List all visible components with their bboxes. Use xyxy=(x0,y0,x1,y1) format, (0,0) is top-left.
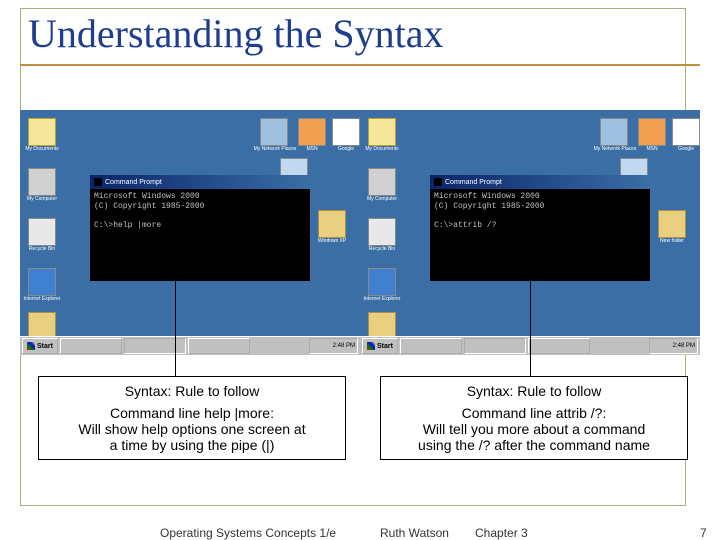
taskbar-item xyxy=(60,338,122,354)
footer-book: Operating Systems Concepts 1/e xyxy=(160,526,336,540)
ie-icon xyxy=(368,268,396,296)
system-tray: 2:48 PM xyxy=(309,338,358,354)
footer-author: Ruth Watson xyxy=(380,526,449,540)
cmd-text: Microsoft Windows 2000 xyxy=(434,192,540,201)
label: New folder xyxy=(650,238,694,244)
label: Internet Explorer xyxy=(22,296,62,302)
desktop-screenshot-left: My Documents My Computer Recycle Bin Int… xyxy=(20,110,360,355)
label: Recycle Bin xyxy=(362,246,402,252)
caption-line: Will tell you more about a command xyxy=(385,421,683,437)
recycle-bin-icon xyxy=(368,218,396,246)
cmd-titlebar: Command Prompt xyxy=(90,175,310,189)
caption-title: Syntax: Rule to follow xyxy=(43,383,341,399)
start-button: Start xyxy=(22,338,58,354)
caption-title: Syntax: Rule to follow xyxy=(385,383,683,399)
my-computer-icon xyxy=(28,168,56,196)
cmd-text: Microsoft Windows 2000 xyxy=(94,192,200,201)
cmd-body: Microsoft Windows 2000 (C) Copyright 198… xyxy=(90,189,310,281)
callout-line xyxy=(530,270,531,376)
caption-line: Command line attrib /?: xyxy=(385,405,683,421)
label: Google xyxy=(324,146,360,152)
google-icon xyxy=(672,118,700,146)
footer-chapter: Chapter 3 xyxy=(475,526,528,540)
screenshot-row: My Documents My Computer Recycle Bin Int… xyxy=(20,110,700,355)
taskbar-item xyxy=(124,338,186,354)
network-icon xyxy=(600,118,628,146)
taskbar-item xyxy=(464,338,526,354)
msn-icon xyxy=(638,118,666,146)
cmd-text: (C) Copyright 1985-2000 xyxy=(94,202,204,211)
caption-line: Command line help |more: xyxy=(43,405,341,421)
callout-line xyxy=(175,270,176,376)
start-button: Start xyxy=(362,338,398,354)
caption-line: a time by using the pipe (|) xyxy=(43,437,341,453)
ie-icon xyxy=(28,268,56,296)
folder-icon xyxy=(658,210,686,238)
system-tray: 2:48 PM xyxy=(649,338,698,354)
caption-line: using the /? after the command name xyxy=(385,437,683,453)
label: Windows XP xyxy=(310,238,354,244)
caption-line: Will show help options one screen at xyxy=(43,421,341,437)
slide-title: Understanding the Syntax xyxy=(28,10,444,57)
folder-icon xyxy=(318,210,346,238)
network-icon xyxy=(260,118,288,146)
label: Google xyxy=(664,146,700,152)
caption-left: Syntax: Rule to follow Command line help… xyxy=(38,376,346,460)
cmd-text: (C) Copyright 1985-2000 xyxy=(434,202,544,211)
google-icon xyxy=(332,118,360,146)
command-prompt-window: Command Prompt Microsoft Windows 2000 (C… xyxy=(430,175,650,275)
label: My Documents xyxy=(22,146,62,152)
label: My Computer xyxy=(22,196,62,202)
cmd-command: C:\>help |more xyxy=(94,221,161,230)
caption-right: Syntax: Rule to follow Command line attr… xyxy=(380,376,688,460)
label: My Documents xyxy=(362,146,402,152)
recycle-bin-icon xyxy=(28,218,56,246)
label: Internet Explorer xyxy=(362,296,402,302)
taskbar-item xyxy=(188,338,250,354)
title-underline xyxy=(20,64,700,66)
command-prompt-window: Command Prompt Microsoft Windows 2000 (C… xyxy=(90,175,310,275)
my-documents-icon xyxy=(368,118,396,146)
footer-page: 7 xyxy=(700,526,707,540)
label: Recycle Bin xyxy=(22,246,62,252)
taskbar: Start 2:48 PM xyxy=(20,336,360,355)
label: My Computer xyxy=(362,196,402,202)
msn-icon xyxy=(298,118,326,146)
taskbar-item xyxy=(528,338,590,354)
my-computer-icon xyxy=(368,168,396,196)
my-documents-icon xyxy=(28,118,56,146)
taskbar-item xyxy=(400,338,462,354)
cmd-titlebar: Command Prompt xyxy=(430,175,650,189)
cmd-command: C:\>attrib /? xyxy=(434,221,496,230)
cmd-body: Microsoft Windows 2000 (C) Copyright 198… xyxy=(430,189,650,281)
